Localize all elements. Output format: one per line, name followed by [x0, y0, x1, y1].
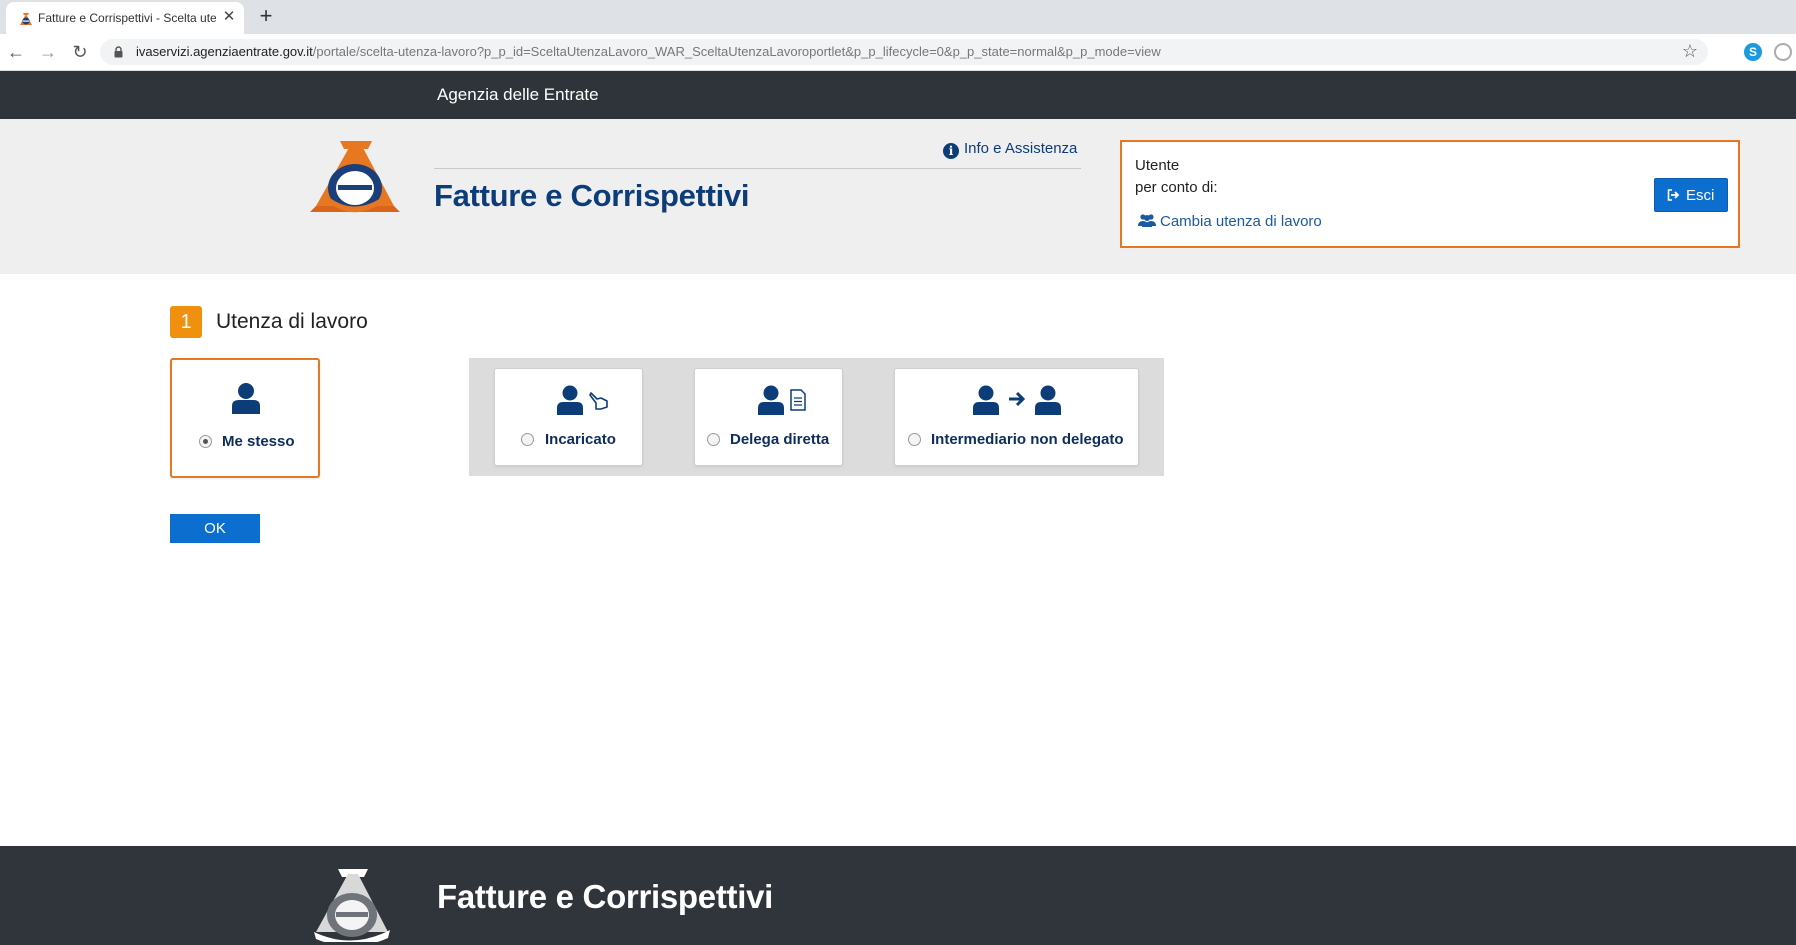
footer-title: Fatture e Corrispettivi: [437, 878, 774, 915]
address-bar[interactable]: ivaservizi.agenziaentrate.gov.it/portale…: [100, 39, 1708, 65]
agenzia-logo-footer: [314, 869, 390, 942]
agency-name: Agenzia delle Entrate: [437, 85, 599, 104]
url-path: /portale/scelta-utenza-lavoro?p_p_id=Sce…: [312, 44, 1161, 59]
browser-toolbar: ← → ↻ ivaservizi.agenziaentrate.gov.it/p…: [0, 34, 1796, 71]
radio-me-stesso[interactable]: [199, 435, 212, 448]
pointing-hand-icon: [589, 392, 608, 410]
document-icon: [790, 389, 806, 411]
back-arrow-icon[interactable]: ←: [5, 41, 27, 63]
info-icon: i: [943, 143, 959, 159]
change-user-link[interactable]: Cambia utenza di lavoro: [1138, 213, 1322, 230]
per-conto-label: per conto di:: [1135, 179, 1218, 196]
header-divider: [434, 168, 1081, 169]
extension-icon[interactable]: [1774, 43, 1792, 61]
user-icon: [557, 385, 583, 415]
new-tab-icon[interactable]: +: [255, 5, 277, 27]
agenzia-favicon-icon: [20, 13, 32, 25]
user-icon: [1035, 385, 1061, 415]
sign-out-icon: [1667, 189, 1680, 201]
user-icon: [758, 385, 784, 415]
logout-label: Esci: [1686, 187, 1715, 204]
app-title: Fatture e Corrispettivi: [434, 178, 750, 213]
radio-delega-diretta[interactable]: [707, 433, 720, 446]
step-number-badge: 1: [170, 306, 202, 338]
option-label-delega-diretta: Delega diretta: [730, 431, 830, 448]
forward-arrow-icon[interactable]: →: [37, 41, 59, 63]
radio-intermediario-non-delegato[interactable]: [908, 433, 921, 446]
url-text: ivaservizi.agenziaentrate.gov.it/portale…: [136, 44, 1161, 59]
info-assistenza-link[interactable]: i Info e Assistenza: [943, 140, 1077, 159]
browser-tabstrip: Fatture e Corrispettivi - Scelta ute ✕ +: [0, 0, 1796, 34]
browser-tab[interactable]: Fatture e Corrispettivi - Scelta ute ✕: [6, 2, 244, 34]
users-icon: [1138, 214, 1156, 227]
skype-extension-icon[interactable]: S: [1744, 43, 1762, 61]
option-intermediario-non-delegato[interactable]: Intermediario non delegato: [894, 368, 1139, 466]
option-incaricato[interactable]: Incaricato: [494, 368, 643, 466]
option-label-me-stesso: Me stesso: [222, 433, 295, 450]
url-host: ivaservizi.agenziaentrate.gov.it: [136, 44, 313, 59]
tab-title: Fatture e Corrispettivi - Scelta ute: [38, 11, 216, 25]
user-icon: [232, 383, 260, 414]
tab-close-icon[interactable]: ✕: [220, 8, 238, 26]
user-panel: Utente per conto di: Cambia utenza di la…: [1120, 140, 1740, 248]
option-label-intermediario-non-delegato: Intermediario non delegato: [931, 431, 1124, 448]
info-link-label: Info e Assistenza: [964, 140, 1078, 157]
option-me-stesso[interactable]: Me stesso: [170, 358, 320, 478]
footer: [0, 846, 1796, 945]
ok-button[interactable]: OK: [170, 514, 260, 543]
bookmark-star-icon[interactable]: ☆: [1682, 41, 1698, 62]
option-delega-diretta[interactable]: Delega diretta: [694, 368, 843, 466]
logout-button[interactable]: Esci: [1654, 178, 1728, 212]
user-icon: [973, 385, 999, 415]
agenzia-logo: [310, 141, 400, 213]
lock-icon: [114, 46, 123, 58]
radio-incaricato[interactable]: [521, 433, 534, 446]
arrow-right-icon: [1009, 391, 1026, 407]
change-user-label: Cambia utenza di lavoro: [1160, 213, 1322, 230]
agency-bar: Agenzia delle Entrate: [0, 71, 1796, 119]
reload-icon[interactable]: ↻: [69, 41, 91, 63]
user-label: Utente: [1135, 157, 1180, 174]
step-title: Utenza di lavoro: [216, 310, 368, 333]
option-label-incaricato: Incaricato: [545, 431, 616, 448]
